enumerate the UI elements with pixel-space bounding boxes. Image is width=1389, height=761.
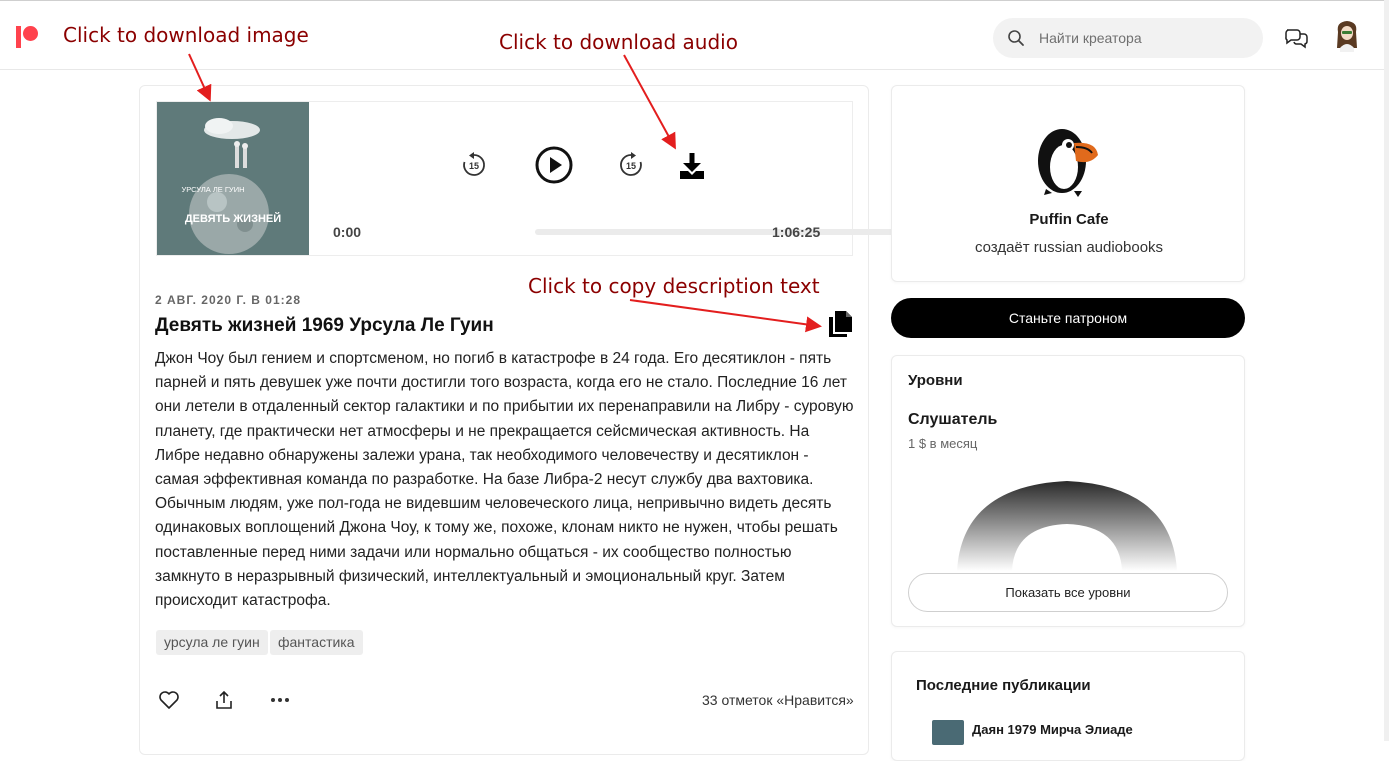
become-patron-button[interactable]: Станьте патроном (891, 298, 1245, 338)
player-controls: 15 15 0:00 1:06:25 (309, 102, 907, 255)
like-icon[interactable] (158, 690, 180, 710)
recent-posts-title: Последние публикации (916, 677, 1091, 694)
total-time: 1:06:25 (772, 224, 821, 240)
scrollbar-track[interactable] (1384, 0, 1389, 741)
chat-icon[interactable] (1283, 27, 1309, 49)
forward-seconds: 15 (626, 161, 636, 171)
tier-price: 1 $ в месяц (908, 436, 978, 451)
recent-post-thumbnail[interactable] (932, 720, 964, 745)
tag-fantastika[interactable]: фантастика (270, 630, 363, 655)
annotation-copy-description: Click to copy description text (528, 274, 820, 298)
like-count[interactable]: 33 отметок «Нравится» (702, 692, 854, 708)
play-icon[interactable] (535, 146, 573, 184)
patreon-logo[interactable] (16, 26, 40, 48)
creator-avatar[interactable] (1030, 117, 1102, 197)
cover-art: УРСУЛА ЛЕ ГУИН ДЕВЯТЬ ЖИЗНЕЙ (157, 102, 309, 255)
rewind-15-icon[interactable]: 15 (461, 152, 487, 178)
creator-name[interactable]: Puffin Cafe (892, 211, 1246, 228)
show-all-levels-button[interactable]: Показать все уровни (908, 573, 1228, 612)
creator-card: Puffin Cafe создаёт russian audiobooks (891, 85, 1245, 282)
tier-name: Слушатель (908, 411, 998, 428)
copy-icon[interactable] (826, 310, 854, 338)
recent-posts-card: Последние публикации Даян 1979 Мирча Эли… (891, 651, 1245, 761)
post-title[interactable]: Девять жизней 1969 Урсула Ле Гуин (155, 315, 494, 337)
logo-dot (23, 26, 38, 41)
cover-image[interactable]: УРСУЛА ЛЕ ГУИН ДЕВЯТЬ ЖИЗНЕЙ (157, 102, 309, 255)
search-box[interactable] (993, 18, 1263, 58)
window-top-border (0, 0, 1389, 5)
levels-card: Уровни Слушатель 1 $ в месяц Показать вс… (891, 355, 1245, 627)
search-icon (1008, 30, 1024, 46)
levels-title: Уровни (908, 372, 963, 389)
download-audio-icon[interactable] (678, 151, 706, 181)
annotation-download-audio: Click to download audio (499, 30, 738, 54)
user-avatar[interactable] (1334, 18, 1360, 52)
logo-bar (16, 26, 21, 48)
current-time: 0:00 (333, 224, 362, 240)
cover-author-text: УРСУЛА ЛЕ ГУИН (181, 185, 244, 194)
creator-subtitle: создаёт russian audiobooks (974, 239, 1164, 256)
tier-image (957, 481, 1177, 571)
rewind-seconds: 15 (469, 161, 479, 171)
search-input[interactable] (1039, 28, 1249, 48)
progress-track[interactable] (535, 229, 907, 235)
audio-player: УРСУЛА ЛЕ ГУИН ДЕВЯТЬ ЖИЗНЕЙ 15 15 0:00 … (156, 101, 907, 256)
forward-15-icon[interactable]: 15 (618, 152, 644, 178)
recent-post-title[interactable]: Даян 1979 Мирча Элиаде (972, 722, 1133, 737)
tag-ursula[interactable]: урсула ле гуин (156, 630, 268, 655)
cover-title-text: ДЕВЯТЬ ЖИЗНЕЙ (185, 212, 281, 225)
share-icon[interactable] (214, 690, 234, 710)
post-date: 2 АВГ. 2020 Г. В 01:28 (155, 293, 302, 307)
annotation-download-image: Click to download image (63, 23, 309, 47)
post-description: Джон Чоу был гением и спортсменом, но по… (155, 350, 854, 610)
more-options-icon[interactable] (270, 697, 290, 703)
